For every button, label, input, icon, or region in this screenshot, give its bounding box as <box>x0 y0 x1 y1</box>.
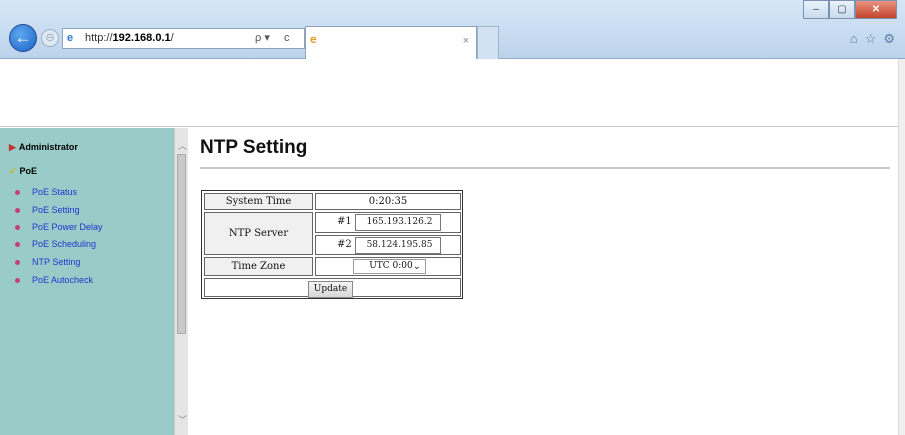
sidebar-item-label: NTP Setting <box>32 257 81 267</box>
browser-titlebar: ← ⊝ e http://192.168.0.1/ ρ ▾ c e × – ▢ … <box>0 0 905 59</box>
page-title: NTP Setting <box>200 137 308 158</box>
time-zone-label: Time Zone <box>204 257 313 276</box>
sidebar-item-poe-scheduling[interactable]: PoE Scheduling <box>15 239 97 249</box>
sidebar-scrollbar[interactable]: ︿ ﹀ <box>174 128 188 435</box>
expanded-check-icon: ✓ <box>9 166 17 176</box>
maximize-button[interactable]: ▢ <box>829 0 855 19</box>
search-icon[interactable]: ρ ▾ <box>255 29 270 48</box>
sidebar-item-label: PoE Setting <box>32 205 80 215</box>
ntp-server-2-input[interactable]: 58.124.195.85 <box>355 237 441 254</box>
time-zone-select[interactable]: UTC 0:00 ⌄ <box>353 259 426 274</box>
address-bar[interactable]: e http://192.168.0.1/ ρ ▾ c <box>62 28 305 49</box>
system-time-label: System Time <box>204 193 313 210</box>
forward-arrow-icon: ⊝ <box>45 32 55 44</box>
update-row: Update <box>204 278 461 298</box>
bullet-icon <box>15 208 20 213</box>
ntp-server-1-input[interactable]: 165.193.126.2 <box>355 214 441 231</box>
close-window-button[interactable]: ✕ <box>855 0 897 19</box>
bullet-icon <box>15 242 20 247</box>
window-controls: – ▢ ✕ <box>803 0 897 19</box>
title-divider <box>200 167 890 169</box>
bullet-icon <box>15 278 20 283</box>
sidebar-item-poe-autocheck[interactable]: PoE Autocheck <box>15 275 94 285</box>
settings-gear-icon[interactable]: ⚙ <box>883 31 895 47</box>
time-zone-value: UTC 0:00 <box>369 261 413 271</box>
sidebar-item-label: PoE Power Delay <box>32 222 103 232</box>
sidebar-section-label: PoE <box>19 166 38 176</box>
bullet-icon <box>15 225 20 230</box>
ntp-settings-table: System Time 0:20:35 NTP Server #1 165.19… <box>201 190 463 299</box>
tab-ie-icon: e <box>310 32 317 46</box>
address-scheme: http:// <box>85 32 113 44</box>
sidebar-section-label: Administrator <box>18 142 78 152</box>
bullet-icon <box>15 190 20 195</box>
server-2-index: #2 <box>337 239 352 250</box>
sidebar-item-poe-power-delay[interactable]: PoE Power Delay <box>15 222 103 232</box>
sidebar-section-poe[interactable]: ✓ PoE <box>9 166 37 177</box>
new-tab-button[interactable] <box>477 26 499 59</box>
time-zone-cell: UTC 0:00 ⌄ <box>315 257 461 276</box>
sidebar-nav: ▶ Administrator ✓ PoE PoE Status PoE Setti… <box>0 128 188 435</box>
sidebar-scroll-thumb[interactable] <box>177 154 186 334</box>
top-header-frame <box>0 59 898 127</box>
sidebar-item-label: PoE Status <box>32 187 78 197</box>
page-scrollbar[interactable] <box>898 59 905 435</box>
expand-arrow-icon: ▶ <box>9 142 16 152</box>
server-1-index: #1 <box>337 216 352 227</box>
scroll-down-icon[interactable]: ﹀ <box>178 413 187 426</box>
minimize-button[interactable]: – <box>803 0 829 19</box>
chevron-down-icon: ⌄ <box>412 261 421 272</box>
browser-toolbar-icons: ⌂ ☆ ⚙ <box>850 31 895 47</box>
sidebar-item-poe-setting[interactable]: PoE Setting <box>15 205 80 215</box>
ntp-server-2-cell: #2 58.124.195.85 <box>315 235 461 255</box>
back-button[interactable]: ← <box>9 24 37 52</box>
tab-close-icon[interactable]: × <box>463 35 469 47</box>
update-button[interactable]: Update <box>308 281 353 298</box>
address-host: 192.168.0.1 <box>112 32 171 44</box>
sidebar-item-ntp-setting[interactable]: NTP Setting <box>15 257 81 267</box>
address-path: / <box>170 32 174 44</box>
address-url: http://192.168.0.1/ <box>85 29 174 48</box>
home-icon[interactable]: ⌂ <box>850 31 858 47</box>
bullet-icon <box>15 260 20 265</box>
sidebar-section-administrator[interactable]: ▶ Administrator <box>9 142 78 153</box>
ntp-server-1-cell: #1 165.193.126.2 <box>315 212 461 233</box>
ntp-server-label: NTP Server <box>204 212 313 255</box>
back-arrow-icon: ← <box>14 28 32 47</box>
main-content: NTP Setting System Time 0:20:35 NTP Serv… <box>188 128 898 435</box>
sidebar-item-poe-status[interactable]: PoE Status <box>15 187 78 197</box>
refresh-icon[interactable]: c <box>284 29 290 48</box>
favorites-star-icon[interactable]: ☆ <box>865 31 877 47</box>
browser-tab[interactable]: e × <box>305 26 477 59</box>
sidebar-item-label: PoE Scheduling <box>32 239 97 249</box>
forward-button[interactable]: ⊝ <box>41 29 59 47</box>
sidebar-item-label: PoE Autocheck <box>32 275 94 285</box>
scroll-up-icon[interactable]: ︿ <box>178 139 187 152</box>
ie-page-icon: e <box>67 32 74 44</box>
system-time-value: 0:20:35 <box>315 193 461 210</box>
